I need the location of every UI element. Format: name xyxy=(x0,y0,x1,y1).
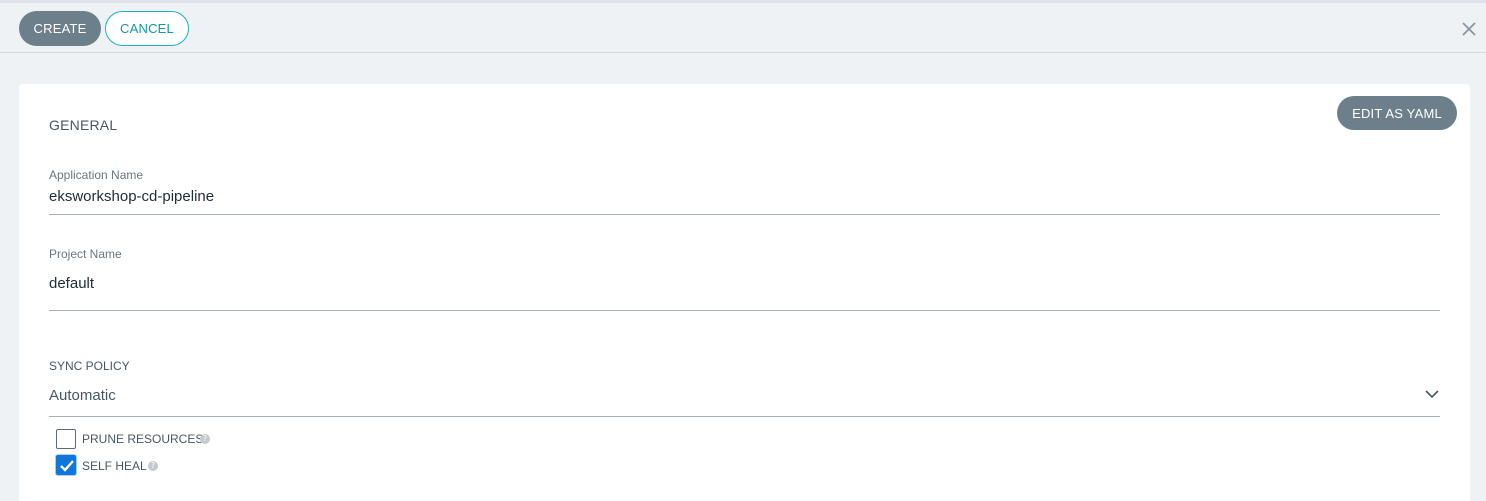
help-icon[interactable]: ? xyxy=(148,461,158,471)
close-icon[interactable] xyxy=(1460,20,1478,38)
sync-policy-underline xyxy=(49,416,1440,417)
general-section-title: GENERAL xyxy=(49,117,118,133)
self-heal-label: SELF HEAL xyxy=(82,459,147,473)
prune-resources-checkbox[interactable] xyxy=(56,429,76,449)
application-name-input[interactable]: eksworkshop-cd-pipeline xyxy=(49,188,214,205)
cancel-button[interactable]: CANCEL xyxy=(105,11,189,46)
edit-as-yaml-button[interactable]: EDIT AS YAML xyxy=(1337,96,1457,130)
project-name-input[interactable]: default xyxy=(49,275,94,292)
application-name-label: Application Name xyxy=(49,168,144,182)
prune-resources-label: PRUNE RESOURCES xyxy=(82,432,204,446)
create-button[interactable]: CREATE xyxy=(19,11,101,46)
checkmark-icon xyxy=(60,460,74,472)
chevron-down-icon[interactable] xyxy=(1424,388,1440,400)
help-icon[interactable]: ? xyxy=(200,434,210,444)
self-heal-checkbox[interactable] xyxy=(56,455,76,475)
project-name-underline xyxy=(49,310,1440,311)
application-name-underline xyxy=(49,214,1440,215)
sync-policy-title: SYNC POLICY xyxy=(49,359,130,373)
sync-policy-select[interactable]: Automatic xyxy=(49,387,116,404)
toolbar: CREATE CANCEL xyxy=(0,3,1486,53)
create-application-panel: EDIT AS YAML GENERAL Application Name ek… xyxy=(19,84,1470,501)
project-name-label: Project Name xyxy=(49,247,122,261)
